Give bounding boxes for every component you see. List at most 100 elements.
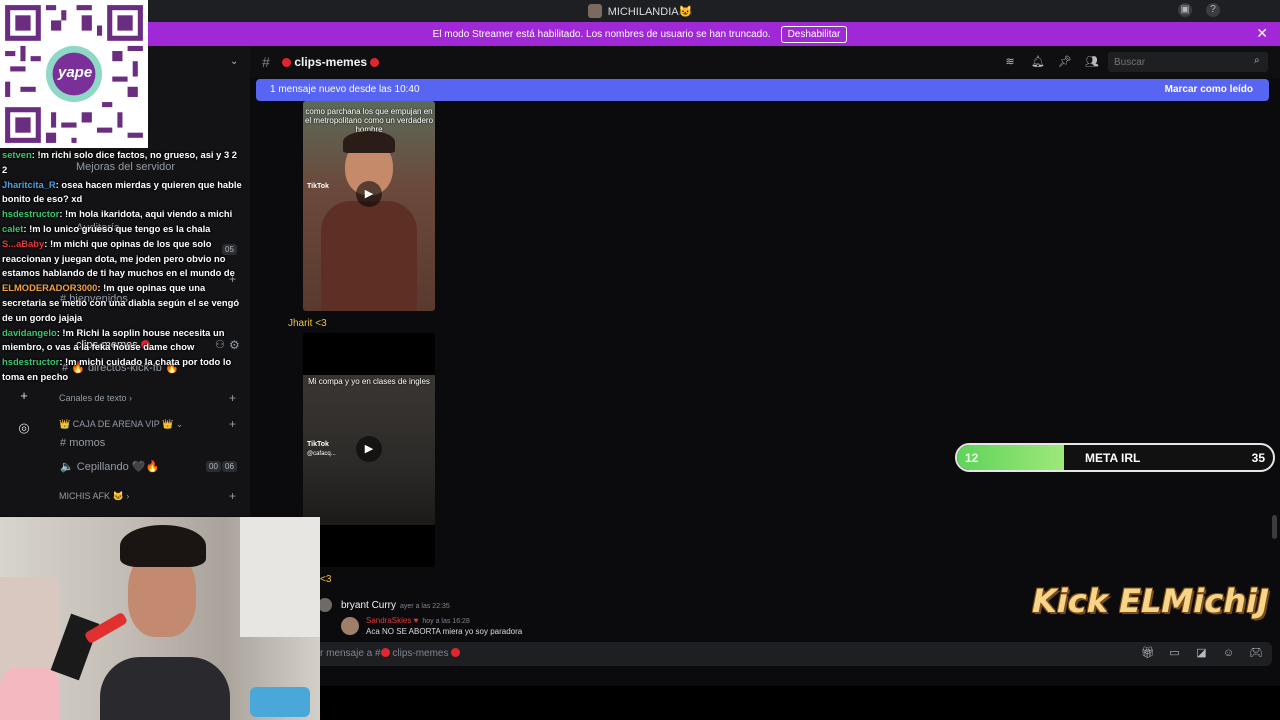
tiktok-label: TikTok: [307, 441, 329, 448]
new-messages-text: 1 mensaje nuevo desde las 10:40: [270, 84, 420, 95]
jacket: [321, 201, 417, 311]
chat-text: : !m richi solo dice factos, no grueso, …: [2, 149, 237, 175]
help-icon[interactable]: ?: [1206, 3, 1220, 17]
chat-text: : !m hola ikaridota, aqui viendo a michi: [59, 208, 233, 220]
sidebar-item-momos[interactable]: # momos: [60, 437, 105, 449]
category-label: MICHIS AFK 🐱: [59, 491, 124, 501]
scrollbar-thumb[interactable]: [1272, 515, 1277, 539]
threads-icon[interactable]: ≋: [1004, 56, 1016, 68]
person-body: [100, 657, 230, 720]
blue-object: [250, 687, 310, 717]
title-bar: MICHILANDIA😺 ▣ ?: [0, 0, 1280, 22]
add-server-icon[interactable]: +: [16, 388, 32, 404]
hash-icon: #: [262, 54, 270, 70]
discover-icon[interactable]: ◎: [16, 420, 32, 436]
reply-user[interactable]: SandraSkies ♥ hoy a las 16:28: [366, 616, 470, 625]
hair: [343, 131, 395, 153]
webcam-feed: [0, 517, 320, 720]
close-icon[interactable]: ✕: [1256, 25, 1268, 42]
chat-message: S...aBaby: !m michi que opinas de los qu…: [2, 237, 244, 281]
voice-user-count: 00: [206, 461, 221, 472]
chat-username: hsdestructor: [2, 356, 60, 368]
chat-message: Jharitcita_R: osea hacen mierdas y quier…: [2, 178, 244, 208]
person-hair: [120, 525, 206, 567]
goal-label: META IRL: [1085, 451, 1141, 465]
video-embed[interactable]: Mi compa y yo en clases de ingles TikTok…: [303, 333, 435, 567]
chat-message: ELMODERADOR3000: !m que opinas que una s…: [2, 281, 244, 325]
search-icon: ⌕: [1254, 55, 1260, 66]
category-label: Canales de texto: [59, 393, 127, 403]
yape-qr-code: yape: [0, 0, 148, 148]
author-name: bryant Curry: [341, 600, 397, 611]
chat-username: hsdestructor: [2, 208, 60, 220]
disable-streamer-button[interactable]: Deshabilitar: [780, 25, 848, 43]
inbox-icon[interactable]: ▣: [1178, 3, 1192, 17]
add-vip-channel-icon[interactable]: +: [229, 417, 236, 431]
chevron-down-icon[interactable]: ⌄: [230, 56, 238, 67]
tiktok-handle: @cafacq...: [307, 451, 336, 457]
chat-username: ELMODERADOR3000: [2, 282, 98, 294]
red-dot-icon: [451, 648, 461, 657]
server-icon: [587, 4, 602, 18]
chat-message: hsdestructor: !m hola ikaridota, aqui vi…: [2, 207, 244, 222]
bottom-strip: [320, 686, 1280, 720]
kick-channel-logo: Kick ELMichiJ: [1032, 582, 1269, 620]
channel-label: momos: [69, 437, 106, 449]
message-list: como parchana los que empujan en el metr…: [250, 101, 1280, 641]
category-afk[interactable]: MICHIS AFK 🐱 ›: [59, 491, 129, 502]
streamer-mode-banner: El modo Streamer está habilitado. Los no…: [0, 22, 1280, 46]
placeholder-text: r mensaje a #: [320, 648, 381, 659]
search-input[interactable]: [1108, 52, 1268, 72]
sidebar-item-cepillando[interactable]: 🔈 Cepillando 🖤🔥: [60, 460, 159, 473]
channel-title: clips-memes: [282, 55, 380, 69]
reply-user-name: SandraSkies: [366, 616, 412, 625]
message-text: Aca NO SE ABORTA miera yo soy paradora: [366, 627, 523, 636]
add-text-channel-icon[interactable]: +: [229, 391, 236, 405]
goal-current: 12: [965, 451, 979, 465]
bell-icon[interactable]: 🔔︎: [1031, 56, 1045, 68]
chat-message: setven: !m richi solo dice factos, no gr…: [2, 148, 244, 178]
apps-icon[interactable]: 🎮︎: [1249, 647, 1263, 660]
sticker-icon[interactable]: ◪: [1195, 647, 1208, 660]
banner-text: El modo Streamer está habilitado. Los no…: [432, 28, 771, 40]
gif-icon[interactable]: ▭: [1168, 647, 1181, 660]
message-composer[interactable]: r mensaje a # clips-memes 🎁︎ ▭ ◪ ☺ 🎮︎: [312, 642, 1272, 666]
pink-chair: [0, 667, 60, 720]
channel-header: # clips-memes ≋ 🔔︎ 📌︎ 👥︎ ⌕: [250, 46, 1280, 78]
video-embed[interactable]: como parchana los que empujan en el metr…: [303, 101, 435, 311]
new-messages-bar[interactable]: 1 mensaje nuevo desde las 10:40 Marcar c…: [256, 79, 1269, 101]
category-label: 👑 CAJA DE ARENA VIP 👑: [59, 419, 174, 429]
reply-avatar[interactable]: [341, 617, 359, 635]
goal-progress-bar: 12 META IRL 35: [955, 443, 1275, 472]
stream-chat-overlay: setven: !m richi solo dice factos, no gr…: [2, 148, 244, 385]
message-author[interactable]: Jharit <3: [288, 318, 327, 329]
message-author[interactable]: <3: [320, 574, 331, 585]
chat-username: S...aBaby: [2, 237, 45, 249]
category-vip[interactable]: 👑 CAJA DE ARENA VIP 👑 ⌄: [59, 419, 183, 430]
play-icon[interactable]: ▶: [356, 436, 382, 462]
red-dot-icon: [370, 58, 380, 67]
channel-label: Cepillando 🖤🔥: [76, 461, 160, 473]
tiktok-label: TikTok: [307, 183, 329, 190]
message-author[interactable]: bryant Curry ayer a las 22:35: [341, 600, 450, 611]
composer-placeholder: r mensaje a # clips-memes: [320, 648, 461, 659]
members-icon[interactable]: 👥︎: [1085, 56, 1099, 68]
avatar[interactable]: [318, 598, 332, 612]
category-text-channels[interactable]: Canales de texto ›: [59, 393, 132, 403]
play-icon[interactable]: ▶: [356, 181, 382, 207]
chat-username: calet: [2, 222, 24, 234]
chat-username: davidangelo: [2, 326, 57, 338]
goal-target: 35: [1251, 451, 1265, 465]
video-caption: como parchana los que empujan en el metr…: [304, 107, 434, 134]
mark-read-button[interactable]: Marcar como leído: [1165, 84, 1253, 95]
window-title: MICHILANDIA😺: [607, 5, 693, 18]
gift-icon[interactable]: 🎁︎: [1141, 647, 1155, 660]
emoji-icon[interactable]: ☺: [1222, 647, 1235, 660]
chat-message: hsdestructor: !m michi cuidado la chata …: [2, 355, 244, 385]
pin-icon[interactable]: 📌︎: [1058, 56, 1072, 68]
video-caption: Mi compa y yo en clases de ingles: [308, 377, 430, 386]
add-afk-channel-icon[interactable]: +: [229, 489, 236, 503]
chat-message: davidangelo: !m Richi la soplin house ne…: [2, 326, 244, 356]
voice-user-limit: 06: [222, 461, 237, 472]
red-dot-icon: [380, 648, 390, 657]
